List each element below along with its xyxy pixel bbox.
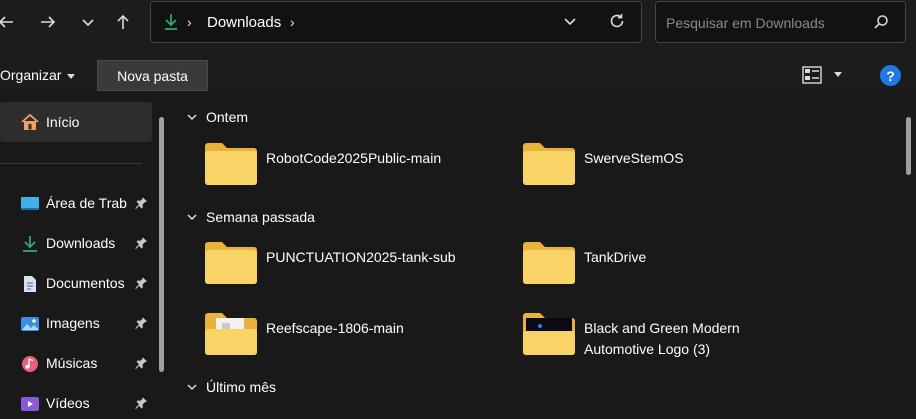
sidebar-item-pictures[interactable]: Imagens — [0, 309, 152, 339]
folder-name: Black and Green Modern Automotive Logo (3… — [584, 318, 740, 360]
sidebar-item-label: Músicas — [46, 355, 98, 371]
sidebar-item-label: Imagens — [46, 315, 100, 331]
pin-icon[interactable] — [134, 316, 148, 333]
arrow-left-icon — [0, 16, 13, 28]
breadcrumb-downloads[interactable]: Downloads — [207, 14, 281, 31]
folder-name-line: Black and Green Modern — [584, 320, 740, 336]
folder-item[interactable]: RobotCode2025Public-main — [204, 140, 484, 190]
folder-icon — [523, 143, 575, 185]
chevron-down-icon — [187, 114, 197, 121]
folder-item[interactable]: TankDrive — [522, 239, 782, 289]
sidebar-item-label: Vídeos — [46, 395, 90, 411]
folder-name: RobotCode2025Public-main — [266, 150, 442, 166]
group-header-yesterday[interactable]: Ontem — [186, 107, 248, 127]
new-folder-button[interactable]: Nova pasta — [97, 60, 208, 91]
group-title: Ontem — [206, 109, 249, 125]
navigation-pane: Início Área de Trab Downloads Documentos… — [0, 94, 176, 411]
folder-name-line: Automotive Logo (3) — [584, 341, 711, 357]
address-history-button[interactable] — [563, 14, 577, 31]
home-icon — [20, 113, 40, 134]
sidebar-item-music[interactable]: Músicas — [0, 349, 152, 379]
refresh-icon — [610, 14, 624, 28]
organize-label: Organizar — [0, 67, 62, 83]
file-list: Ontem RobotCode2025Public-main SwerveSte… — [176, 94, 916, 403]
sidebar-item-label: Área de Trab — [46, 195, 127, 211]
sidebar-item-label: Documentos — [46, 275, 125, 291]
sidebar-item-label: Downloads — [46, 235, 116, 251]
refresh-button[interactable] — [608, 12, 626, 33]
breadcrumb-separator[interactable]: › — [187, 14, 192, 30]
arrow-up-icon — [117, 14, 129, 29]
folder-name: SwerveStemOS — [584, 150, 684, 166]
sidebar-item-desktop[interactable]: Área de Trab — [0, 189, 152, 219]
pin-icon[interactable] — [134, 236, 148, 253]
download-icon — [163, 13, 179, 34]
folder-with-preview-icon — [523, 313, 575, 355]
address-bar[interactable]: › Downloads › — [150, 1, 642, 43]
group-header-last-month[interactable]: Último mês — [186, 377, 276, 397]
title-toolbar: › Downloads › Pesquisar em Downloads — [0, 0, 916, 56]
download-icon — [20, 235, 40, 256]
view-layout-icon — [802, 66, 822, 84]
chevron-down-icon — [187, 384, 197, 391]
sidebar-item-documents[interactable]: Documentos — [0, 269, 152, 299]
search-box[interactable]: Pesquisar em Downloads — [655, 1, 906, 43]
pin-icon[interactable] — [134, 356, 148, 373]
chevron-down-icon — [82, 19, 94, 27]
change-view-button[interactable] — [802, 66, 822, 87]
help-button[interactable]: ? — [880, 65, 901, 86]
breadcrumb-separator[interactable]: › — [290, 14, 295, 30]
back-button[interactable] — [0, 8, 20, 36]
divider — [0, 163, 142, 164]
command-bar: Organizar Nova pasta ? — [0, 56, 916, 94]
organize-menu[interactable]: Organizar — [0, 67, 76, 83]
folder-name: Reefscape-1806-main — [266, 320, 404, 336]
desktop-icon — [20, 195, 40, 216]
view-options-caret-icon[interactable] — [834, 72, 842, 77]
folder-icon — [523, 242, 575, 284]
arrow-right-icon — [41, 16, 56, 28]
sidebar-scrollbar[interactable] — [159, 117, 164, 372]
sidebar-item-downloads[interactable]: Downloads — [0, 229, 152, 259]
sidebar-item-label: Início — [46, 114, 80, 130]
forward-button[interactable] — [34, 8, 62, 36]
image-icon — [20, 315, 40, 336]
music-icon — [20, 355, 40, 376]
video-icon — [20, 395, 40, 416]
group-title: Último mês — [206, 379, 277, 395]
search-icon[interactable] — [873, 14, 889, 33]
folder-icon — [205, 143, 257, 185]
folder-name: PUNCTUATION2025-tank-sub — [266, 249, 456, 265]
pin-icon[interactable] — [134, 196, 148, 213]
chevron-down-icon — [187, 214, 197, 221]
up-button[interactable] — [109, 8, 137, 36]
chevron-down-icon — [564, 18, 576, 26]
group-title: Semana passada — [206, 209, 315, 225]
sidebar-item-home[interactable]: Início — [0, 102, 152, 142]
search-input[interactable]: Pesquisar em Downloads — [666, 15, 825, 31]
folder-item[interactable]: Reefscape-1806-main — [204, 310, 484, 360]
document-icon — [20, 275, 40, 296]
pin-icon[interactable] — [134, 396, 148, 413]
folder-icon — [205, 242, 257, 284]
sidebar-item-videos[interactable]: Vídeos — [0, 389, 152, 419]
pin-icon[interactable] — [134, 276, 148, 293]
folder-item[interactable]: Black and Green Modern Automotive Logo (3… — [522, 310, 802, 370]
folder-name: TankDrive — [584, 249, 647, 265]
caret-down-icon — [67, 73, 76, 79]
group-header-last-week[interactable]: Semana passada — [186, 207, 315, 227]
recent-locations-button[interactable] — [74, 8, 102, 36]
folder-item[interactable]: SwerveStemOS — [522, 140, 782, 190]
folder-with-preview-icon — [205, 313, 257, 355]
content-scrollbar[interactable] — [906, 117, 911, 175]
folder-item[interactable]: PUNCTUATION2025-tank-sub — [204, 239, 494, 289]
